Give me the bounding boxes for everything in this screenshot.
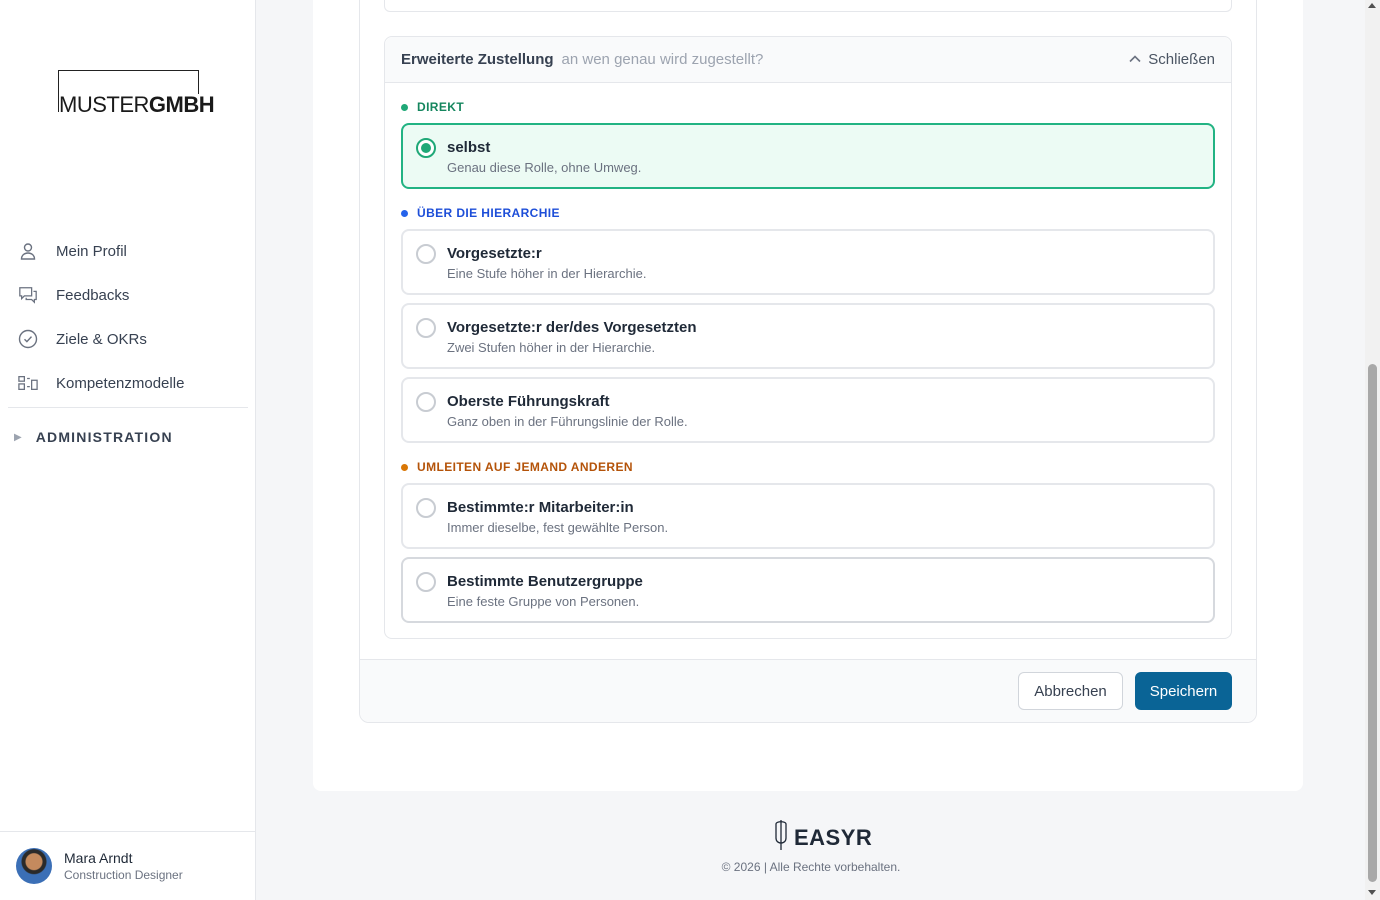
chevron-up-icon (1128, 51, 1142, 69)
option-description: Immer dieselbe, fest gewählte Person. (447, 520, 669, 535)
chat-bubbles-icon (18, 285, 38, 305)
extended-delivery-section: Erweiterte Zustellung an wen genau wird … (384, 36, 1232, 639)
cancel-button[interactable]: Abbrechen (1018, 672, 1123, 710)
logo-text-light: MUSTER (59, 92, 149, 117)
option-vorgesetzte-der-vorgesetzten[interactable]: Vorgesetzte:r der/des Vorgesetzten Zwei … (401, 303, 1215, 369)
option-title: selbst (447, 139, 491, 156)
group-label-direct: DIREKT (401, 100, 464, 114)
nav-item-kompetenzmodelle[interactable]: Kompetenzmodelle (8, 361, 248, 405)
group-label-text: UMLEITEN AUF JEMAND ANDEREN (417, 460, 633, 474)
option-title: Bestimmte:r Mitarbeiter:in (447, 499, 634, 516)
nav-item-label: Mein Profil (56, 242, 127, 260)
easyr-logo-icon (772, 818, 790, 857)
option-description: Eine Stufe höher in der Hierarchie. (447, 266, 647, 281)
scroll-down-icon[interactable] (1368, 890, 1376, 895)
close-section-button[interactable]: Schließen (1128, 51, 1215, 69)
radio-button[interactable] (416, 138, 436, 158)
sidebar: MUSTERGMBH Mein Profil Feedbacks Ziele &… (0, 0, 256, 900)
option-description: Eine feste Gruppe von Personen. (447, 594, 640, 609)
nav-item-mein-profil[interactable]: Mein Profil (8, 229, 248, 273)
close-label: Schließen (1148, 51, 1215, 68)
option-description: Ganz oben in der Führungslinie der Rolle… (447, 414, 688, 429)
option-title: Oberste Führungskraft (447, 393, 610, 410)
radio-button[interactable] (416, 392, 436, 412)
save-button[interactable]: Speichern (1135, 672, 1232, 710)
nav-item-administration[interactable]: ▶ ADMINISTRATION (8, 408, 248, 466)
nav-item-feedbacks[interactable]: Feedbacks (8, 273, 248, 317)
nav-item-label: Kompetenzmodelle (56, 374, 185, 392)
radio-button[interactable] (416, 244, 436, 264)
nav-item-ziele-okrs[interactable]: Ziele & OKRs (8, 317, 248, 361)
scrollbar-thumb[interactable] (1368, 364, 1377, 882)
caret-right-icon: ▶ (14, 431, 22, 443)
option-title: Bestimmte Benutzergruppe (447, 573, 643, 590)
admin-label: ADMINISTRATION (35, 429, 173, 445)
company-logo: MUSTERGMBH (58, 70, 221, 116)
option-selbst[interactable]: selbst Genau diese Rolle, ohne Umweg. (401, 123, 1215, 189)
radio-button[interactable] (416, 318, 436, 338)
copyright: © 2026 | Alle Rechte vorbehalten. (721, 860, 901, 874)
option-vorgesetzte[interactable]: Vorgesetzte:r Eine Stufe höher in der Hi… (401, 229, 1215, 295)
nav-item-label: Feedbacks (56, 286, 130, 304)
group-label-text: DIREKT (417, 100, 465, 114)
option-oberste-fuehrungskraft[interactable]: Oberste Führungskraft Ganz oben in der F… (401, 377, 1215, 443)
radio-button[interactable] (416, 498, 436, 518)
competency-grid-icon (18, 373, 38, 393)
logo-text-bold: GMBH (148, 92, 215, 117)
panel-footer: Abbrechen Speichern (360, 659, 1256, 722)
group-dot (401, 103, 408, 111)
option-bestimmte-benutzergruppe[interactable]: Bestimmte Benutzergruppe Eine feste Grup… (401, 557, 1215, 623)
group-label-redirect: UMLEITEN AUF JEMAND ANDEREN (401, 460, 633, 474)
check-circle-icon (18, 329, 38, 349)
scroll-up-icon[interactable] (1368, 3, 1376, 8)
section-header: Erweiterte Zustellung an wen genau wird … (385, 37, 1231, 83)
group-label-text: ÜBER DIE HIERARCHIE (417, 206, 560, 220)
radio-button[interactable] (416, 572, 436, 592)
option-title: Vorgesetzte:r (447, 245, 542, 262)
group-label-hierarchy: ÜBER DIE HIERARCHIE (401, 206, 560, 220)
user-icon (18, 241, 38, 261)
brand-name: EASYR (794, 824, 873, 850)
page-scrollbar[interactable] (1365, 0, 1380, 900)
section-title: Erweiterte Zustellung (401, 51, 554, 68)
group-dot (401, 209, 408, 217)
previous-section (384, 0, 1232, 12)
option-description: Zwei Stufen höher in der Hierarchie. (447, 340, 656, 355)
option-bestimmte-mitarbeiterin[interactable]: Bestimmte:r Mitarbeiter:in Immer dieselb… (401, 483, 1215, 549)
section-subtitle: an wen genau wird zugestellt? (561, 51, 764, 68)
nav-item-label: Ziele & OKRs (56, 330, 147, 348)
main-nav: Mein Profil Feedbacks Ziele & OKRs Kompe… (8, 229, 248, 466)
brand-logo: EASYR (772, 818, 872, 857)
option-title: Vorgesetzte:r der/des Vorgesetzten (447, 319, 697, 336)
option-description: Genau diese Rolle, ohne Umweg. (447, 160, 642, 175)
group-dot (401, 463, 408, 471)
